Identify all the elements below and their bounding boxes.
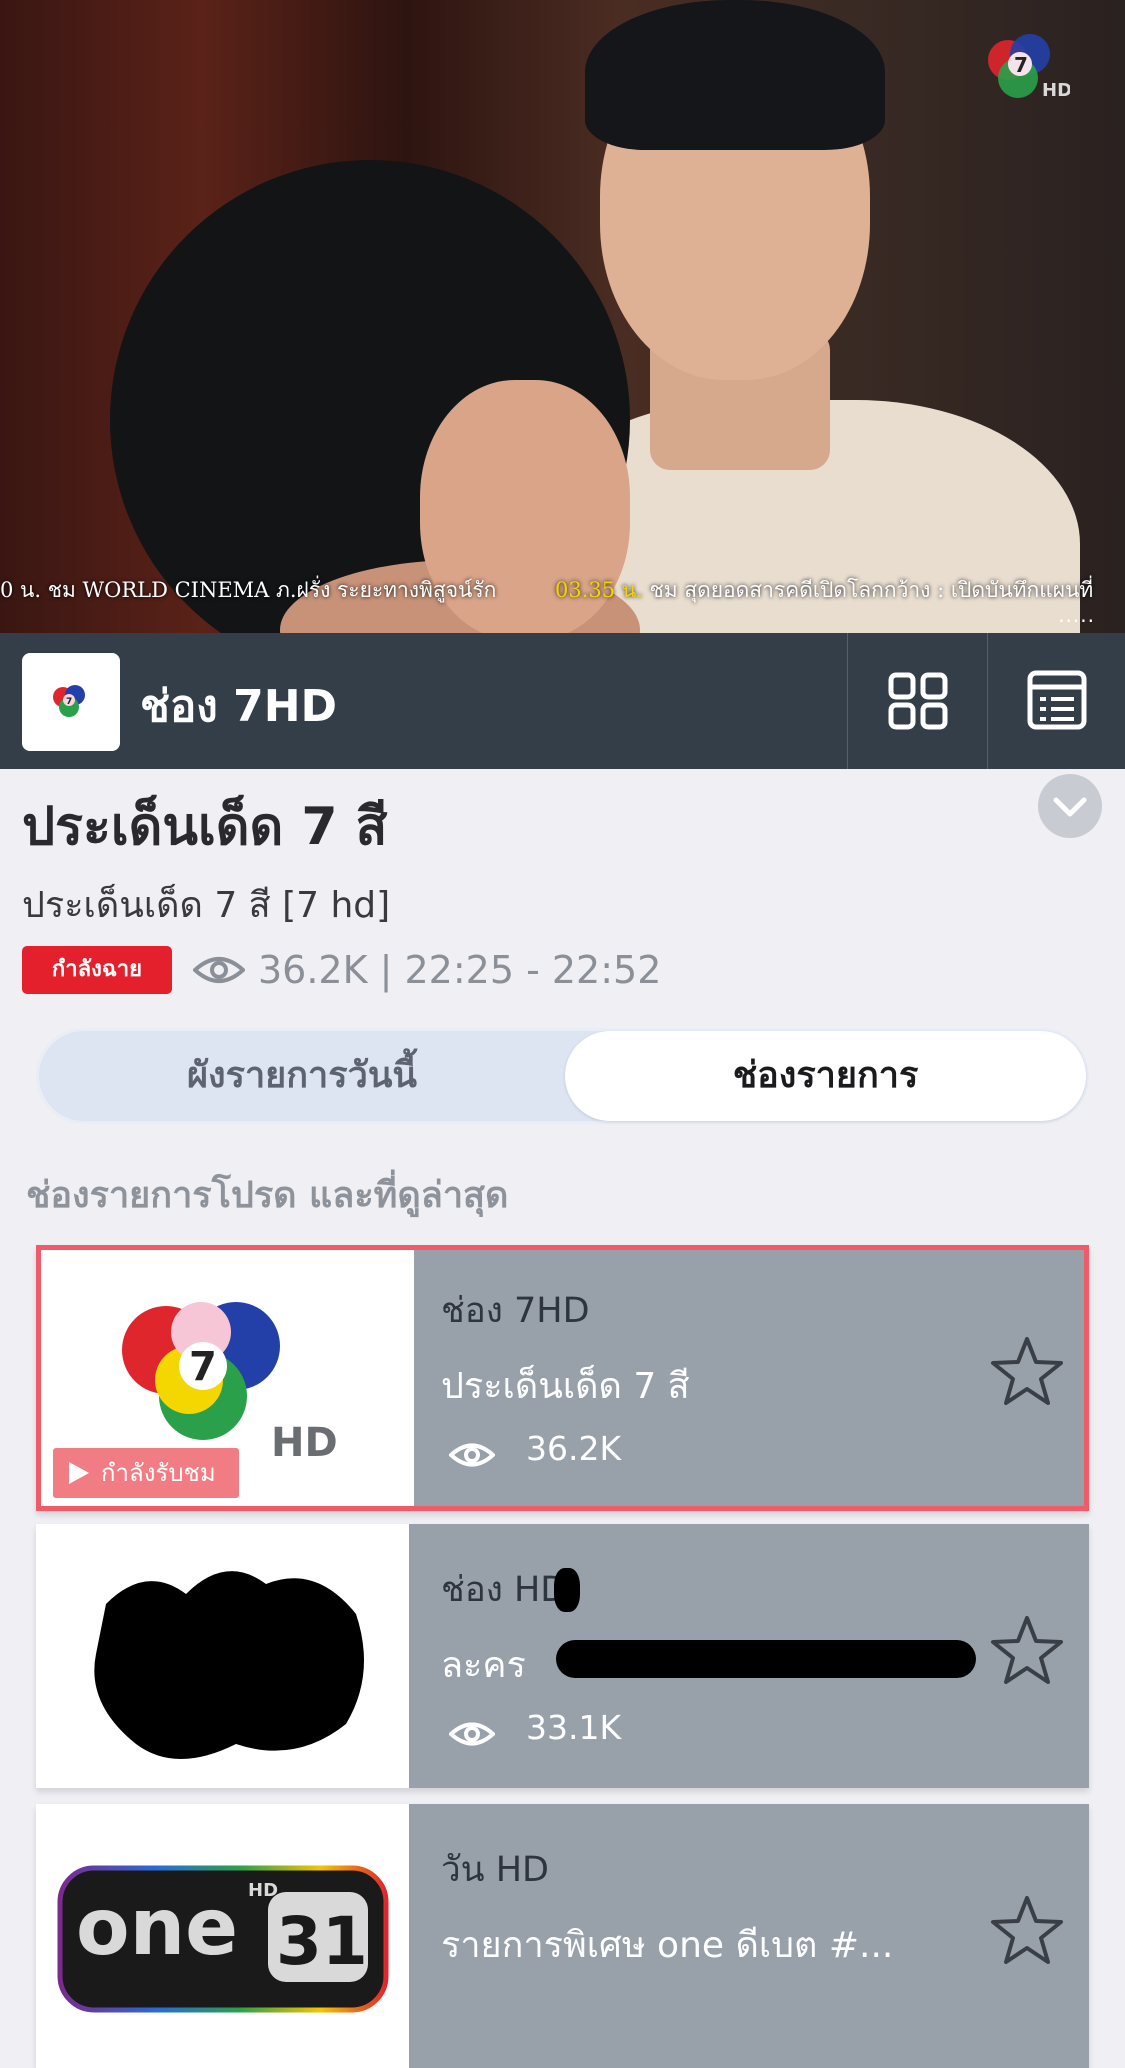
tab-switcher: ผังรายการวันนี้ ช่องรายการ [36, 1028, 1089, 1124]
card-channel-name: วัน HD [441, 1850, 549, 1890]
card-view-count: 33.1K [526, 1708, 622, 1747]
svg-text:7: 7 [1014, 53, 1028, 77]
program-views-time: 36.2K | 22:25 - 22:52 [258, 948, 662, 992]
live-badge: กำลังฉาย [22, 946, 172, 994]
eye-icon [449, 1443, 495, 1467]
tab-today-schedule[interactable]: ผังรายการวันนี้ [39, 1031, 565, 1121]
list-view-button[interactable] [987, 633, 1125, 769]
channel-7-logo-icon: 7 [53, 685, 85, 717]
ticker-left-text: 0 น. ชม WORLD CINEMA ภ.ฝรั่ง ระยะทางพิสู… [0, 578, 497, 602]
redacted-logo-icon [94, 1571, 364, 1759]
ticker-right-text: ชม สุดยอดสารคดีเปิดโลกกว้าง : เปิดบันทึก… [642, 578, 1094, 602]
redaction-mark [556, 1640, 976, 1678]
card-view-count: 36.2K [526, 1429, 622, 1468]
video-player[interactable]: 7 HD 0 น. ชม WORLD CINEMA ภ.ฝรั่ง ระยะทา… [0, 0, 1125, 633]
video-frame-figure [585, 0, 885, 150]
channel-card[interactable]: 7 HD กำลังรับชม ช่อง 7HD ประเด็นเด็ด 7 ส… [36, 1245, 1089, 1511]
card-show-name: ละคร [441, 1645, 526, 1686]
svg-text:7: 7 [189, 1344, 217, 1390]
channel-header-bar: 7 ช่อง 7HD [0, 633, 1125, 769]
channel-thumbnail: one HD 31 [36, 1804, 409, 2068]
star-icon[interactable] [989, 1894, 1065, 1966]
play-icon [69, 1462, 89, 1484]
svg-text:HD: HD [271, 1420, 338, 1466]
card-channel-name: ช่อง HD [441, 1570, 568, 1610]
grid-icon [888, 672, 948, 730]
redaction-mark [554, 1568, 580, 1612]
list-icon [1027, 670, 1087, 730]
program-ticker: 0 น. ชม WORLD CINEMA ภ.ฝรั่ง ระยะทางพิสู… [0, 572, 1125, 608]
one31-logo-icon: one HD 31 [57, 1865, 389, 2013]
section-heading: ช่องรายการโปรด และที่ดูล่าสุด [26, 1175, 509, 1216]
channel-thumbnail: 7 HD กำลังรับชม [41, 1250, 414, 1506]
channel-card[interactable]: ช่อง HD ละคร 33.1K [36, 1524, 1089, 1788]
now-watching-badge: กำลังรับชม [53, 1448, 239, 1498]
ticker-time: 03.35 น. [555, 578, 643, 602]
chevron-down-icon [1053, 797, 1087, 817]
eye-icon [193, 957, 245, 983]
tab-channels[interactable]: ช่องรายการ [565, 1031, 1086, 1121]
svg-text:one: one [76, 1883, 238, 1973]
channel-title: ช่อง 7HD [140, 681, 338, 732]
svg-text:HD: HD [1042, 80, 1070, 101]
now-watching-label: กำลังรับชม [101, 1459, 216, 1487]
channel-card[interactable]: one HD 31 วัน HD รายการพิเศษ one ดีเบต #… [36, 1804, 1089, 2068]
channel-7hd-watermark-icon: 7 HD [988, 34, 1070, 101]
program-subtitle: ประเด็นเด็ด 7 สี [7 hd] [22, 885, 391, 926]
grid-view-button[interactable] [847, 633, 987, 769]
star-icon[interactable] [989, 1335, 1065, 1407]
svg-text:31: 31 [276, 1903, 368, 1980]
channel-thumbnail [36, 1524, 409, 1788]
card-show-name: ประเด็นเด็ด 7 สี [441, 1366, 690, 1407]
card-channel-name: ช่อง 7HD [441, 1291, 590, 1331]
eye-icon [449, 1722, 495, 1746]
ticker-dots: ..... [1058, 603, 1095, 627]
svg-text:7: 7 [66, 697, 72, 707]
star-icon[interactable] [989, 1614, 1065, 1686]
channel-logo: 7 [22, 653, 120, 751]
collapse-button[interactable] [1038, 774, 1102, 838]
program-title: ประเด็นเด็ด 7 สี [22, 797, 388, 857]
card-show-name: รายการพิเศษ one ดีเบต #... [441, 1925, 894, 1966]
